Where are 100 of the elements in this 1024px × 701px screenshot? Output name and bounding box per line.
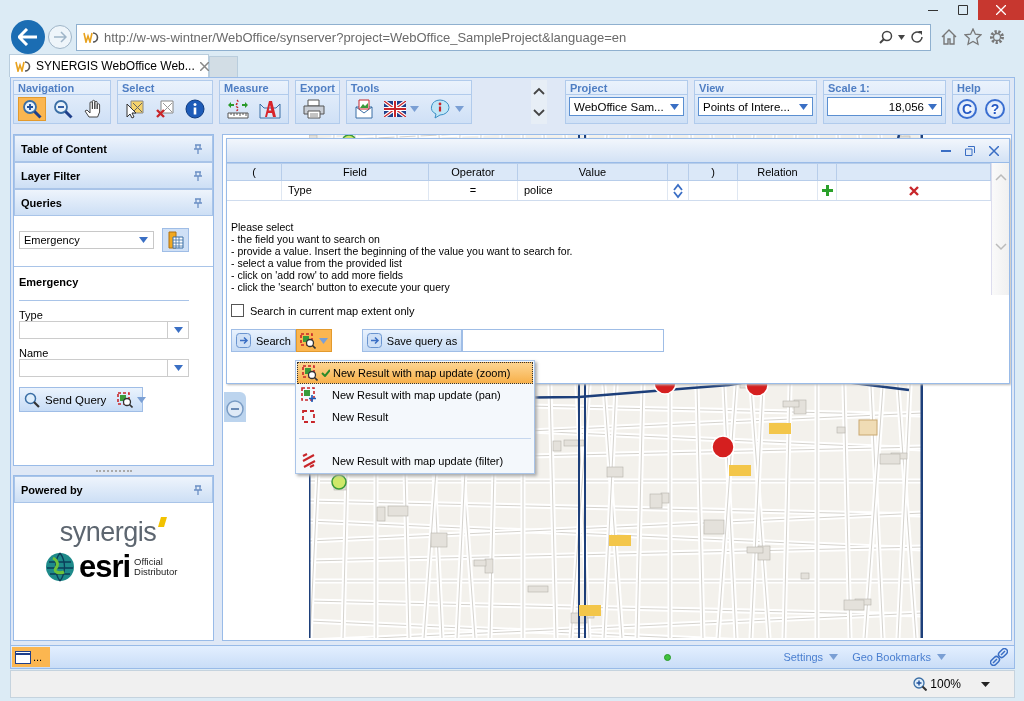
caret-icon [981,681,990,687]
menu-item[interactable]: New Result with map update (filter) [297,450,533,472]
window-icon [15,650,31,664]
close-button[interactable] [989,145,999,156]
send-query-button[interactable]: Send Query [19,387,143,412]
restore-icon [965,145,975,156]
panel-header[interactable]: Layer Filter [14,162,213,189]
menu-item-label: New Result with map update (zoom) [333,367,511,379]
dropdown-field[interactable]: Points of Intere... [698,97,813,116]
printer-icon [303,99,325,119]
dropdown-field[interactable]: WebOffice Sam... [569,97,684,116]
zoom-result-icon [299,332,316,349]
site-logo-icon [83,31,99,43]
save-query-button[interactable]: Save query as [361,329,463,352]
info-icon [185,99,205,119]
text-tool-icon [259,99,281,119]
toolbar-group-title: Tools [346,81,471,95]
scrollbar[interactable] [992,163,1009,295]
info-button[interactable] [182,97,208,121]
checkbox[interactable] [231,304,244,317]
menu-item[interactable]: New Result [297,406,533,428]
logo-caption: Official Distributor [134,557,179,577]
logo-mark-icon [158,517,168,527]
speech-bubble-icon [428,99,451,119]
checkbox-label: Search in current map extent only [250,304,415,317]
arrow-right-icon [236,333,251,348]
home-button[interactable] [940,28,958,46]
result-mode-button[interactable] [295,329,332,352]
menu-item[interactable]: New Result with map update (pan) [297,384,533,406]
toolbar-group-title: Navigation [14,81,110,95]
plus-icon [821,185,833,196]
caret-icon [937,654,946,660]
query-name-field[interactable] [462,329,665,352]
menu-item[interactable]: New Result with map update (zoom) [297,362,533,384]
search-icon [24,391,40,408]
combo-field[interactable] [19,359,189,377]
arrow-right-icon [53,31,67,43]
dropdown-value: WebOffice Sam... [574,100,664,113]
add-row-button[interactable] [821,185,833,196]
column-header: ( [227,163,282,181]
dropdown-value: 18,056 [888,100,924,113]
tab-title: SYNERGIS WebOffice Web... [36,59,195,73]
hand-icon [83,99,103,119]
globe-icon [44,552,75,582]
pin-icon [194,484,202,495]
ruler-icon [227,99,249,119]
toolbar-group-title: Select [118,81,212,95]
delete-icon [908,185,919,196]
zoom-in-icon [913,677,928,691]
picture-icon [353,99,374,119]
close-tab-button[interactable] [199,61,209,71]
column-header: Relation [738,163,818,181]
zoom-in-button[interactable] [18,97,46,121]
instructions-text: Please select - the field you want to search on - provide a value. Insert the beginning of the value you want to search for. - select a value from the provided list - click on 'add row' to add more fields - click the 'search' button to execute your query [231,221,574,293]
minimize-button[interactable] [941,149,951,152]
help-button[interactable]: C [957,99,977,119]
zoom-out-icon [224,392,246,422]
pin-icon [194,170,202,181]
settings-button[interactable] [988,28,1006,46]
table-cell[interactable]: Type [282,181,429,200]
caret-icon [137,396,147,403]
panel-header[interactable]: Powered by [14,476,213,503]
zoom-result-icon [302,365,318,381]
back-button[interactable] [11,20,45,54]
address-field[interactable]: http://w-ws-wintner/WebOffice/synserver?project=WebOffice_SampleProject&language=en [76,23,931,51]
window-list-button[interactable]: ... [12,647,50,667]
query-dropdown[interactable]: Emergency [19,231,154,249]
arrow-left-icon [18,28,38,46]
caret-icon [928,103,937,110]
caret-icon [799,103,808,110]
measure-button[interactable] [224,97,252,121]
star-icon [964,28,982,46]
panel-header[interactable]: Queries [14,189,213,216]
logo-text: synergis [59,517,157,548]
query-manager-button[interactable] [162,228,189,252]
panel-title: Layer Filter [21,169,81,182]
map-zoom-out-button[interactable] [224,392,246,422]
toolbar-group-title: Export [296,81,339,95]
browser-tab[interactable]: SYNERGIS WebOffice Web... [9,54,209,77]
close-button[interactable] [978,0,1024,20]
search-button[interactable]: Search [231,329,296,352]
url-text: http://w-ws-wintner/WebOffice/synserver?project=WebOffice_SampleProject&language=en [104,29,628,45]
table-cell[interactable]: police [518,181,668,200]
help-button[interactable]: ? [985,99,1005,119]
combo-field[interactable] [19,321,189,339]
dropdown-field[interactable]: 18,056 [827,97,942,116]
table-cell[interactable]: = [429,181,518,200]
delete-row-button[interactable] [908,185,919,196]
panel-header[interactable]: Table of Content [14,135,213,162]
zoom-dropdown-button[interactable] [981,681,990,687]
caret-icon [173,365,183,371]
filter-result-icon [301,453,317,469]
print-button[interactable] [300,97,328,121]
panel-title: Queries [21,196,62,209]
clear-selection-icon [155,99,175,119]
chevron-down-icon [533,109,545,117]
toolbar-group-title: Project [566,81,687,95]
pin-icon [194,197,202,208]
check-icon [321,369,330,377]
favorites-button[interactable] [964,28,982,46]
